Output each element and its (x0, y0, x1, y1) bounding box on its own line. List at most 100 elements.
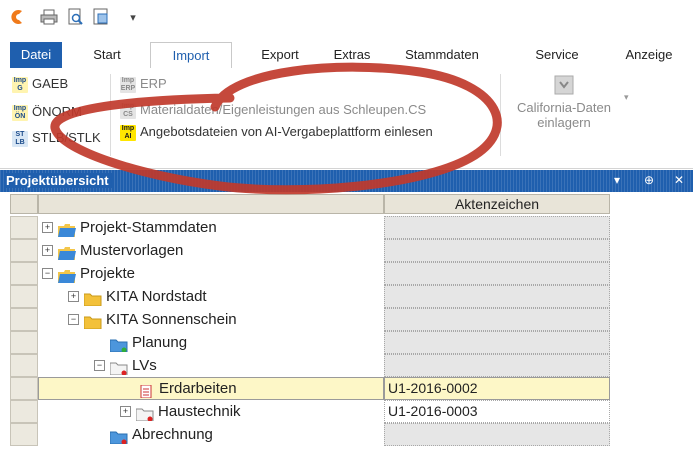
tree-cell[interactable]: Planung (38, 331, 384, 354)
row-selector[interactable] (10, 377, 38, 400)
tree-row[interactable]: Abrechnung (10, 423, 610, 446)
tab-import[interactable]: Import (150, 42, 232, 70)
tree-cell[interactable]: + Projekt-Stammdaten (38, 216, 384, 239)
row-selector[interactable] (10, 354, 38, 377)
quick-access-toolbar: ▾ (0, 0, 693, 36)
import-gaeb-button[interactable]: Imp G GAEB (12, 74, 68, 94)
tree-row[interactable]: + Projekt-Stammdaten (10, 216, 610, 239)
folder-abrechnung-icon (109, 428, 128, 445)
tab-datei[interactable]: Datei (10, 42, 62, 68)
aktenzeichen-cell[interactable] (384, 354, 610, 377)
tree-row[interactable]: + KITA Nordstadt (10, 285, 610, 308)
aktenzeichen-cell[interactable] (384, 331, 610, 354)
california-dropdown-icon[interactable]: ▾ (624, 92, 629, 103)
tree-node-label: Erdarbeiten (159, 380, 237, 397)
collapse-icon[interactable]: − (68, 314, 79, 325)
import-ai-vergabe-button[interactable]: Imp AI Angebotsdateien von AI-Vergabeplatt… (120, 122, 433, 142)
tree-node-label: Mustervorlagen (80, 242, 184, 259)
tree-row[interactable]: − Projekte (10, 262, 610, 285)
tab-anzeige[interactable]: Anzeige (614, 42, 684, 68)
folder-icon (83, 290, 102, 307)
tree-row[interactable]: + Haustechnik U1-2016-0003 (10, 400, 610, 423)
aktenzeichen-cell[interactable]: U1-2016-0002 (384, 377, 610, 400)
expand-icon[interactable]: + (42, 245, 53, 256)
import-schleupen-button[interactable]: Imp CS Materialdaten/Eigenleistungen aus S… (120, 100, 426, 120)
import-stlb-button[interactable]: ST LB STLB/STLK (12, 128, 101, 148)
tab-stammdaten[interactable]: Stammdaten (396, 42, 488, 68)
tree-row[interactable]: Erdarbeiten U1-2016-0002 (10, 377, 610, 400)
customize-dropdown-icon[interactable]: ▾ (124, 8, 142, 26)
schleupen-icon: Imp CS (120, 102, 136, 119)
row-selector[interactable] (10, 400, 38, 423)
tree-cell[interactable]: + Haustechnik (38, 400, 384, 423)
ribbon-separator (110, 74, 111, 156)
california-daten-button[interactable]: California-Daten einlagern (508, 74, 620, 144)
tree-node-label: Abrechnung (132, 426, 213, 443)
tree-node-label: Planung (132, 334, 188, 351)
gaeb-icon: Imp G (12, 76, 28, 93)
tab-service[interactable]: Service (524, 42, 590, 68)
page-setup-icon[interactable] (92, 8, 110, 26)
tree-cell[interactable]: + KITA Nordstadt (38, 285, 384, 308)
row-selector[interactable] (10, 262, 38, 285)
folder-lv-icon (135, 405, 154, 422)
tree-node-label: LVs (132, 357, 157, 374)
tree-row[interactable]: Planung (10, 331, 610, 354)
aktenzeichen-cell[interactable] (384, 423, 610, 446)
tree-cell[interactable]: Abrechnung (38, 423, 384, 446)
tree-row[interactable]: − LVs (10, 354, 610, 377)
tab-export[interactable]: Export (248, 42, 312, 68)
aktenzeichen-cell[interactable] (384, 262, 610, 285)
tree-node-label: KITA Sonnenschein (106, 311, 237, 328)
ribbon-import-panel: Imp G GAEB Imp ÖN ÖNORM ST LB STLB/STLK Imp ERP… (0, 68, 693, 169)
erp-icon: Imp ERP (120, 76, 136, 93)
collapse-icon[interactable]: − (94, 360, 105, 371)
aktenzeichen-column-header[interactable]: Aktenzeichen (384, 194, 610, 214)
folder-planung-icon (109, 336, 128, 353)
project-folder-icon (58, 244, 76, 260)
app-logo-icon[interactable] (8, 8, 26, 26)
expand-icon[interactable]: + (120, 406, 131, 417)
project-tree-grid: Aktenzeichen + Projekt-Stammdaten + Musterv… (0, 192, 693, 469)
document-icon (137, 383, 155, 399)
row-selector[interactable] (10, 308, 38, 331)
tree-node-label: Projekte (80, 265, 136, 282)
row-selector[interactable] (10, 331, 38, 354)
expand-icon[interactable]: + (68, 291, 79, 302)
close-icon[interactable]: ✕ (674, 173, 684, 187)
tree-node-label: KITA Nordstadt (106, 288, 207, 305)
ribbon-tabs: Datei Start Import Export Extras Stammda… (0, 36, 693, 70)
row-selector[interactable] (10, 423, 38, 446)
tab-extras[interactable]: Extras (322, 42, 382, 68)
tree-row[interactable]: − KITA Sonnenschein (10, 308, 610, 331)
row-selector[interactable] (10, 216, 38, 239)
tree-cell[interactable]: Erdarbeiten (38, 377, 384, 400)
tree-node-label: Haustechnik (158, 403, 241, 420)
tree-cell[interactable]: − Projekte (38, 262, 384, 285)
aktenzeichen-cell[interactable] (384, 285, 610, 308)
panel-menu-icon[interactable]: ▾ (614, 173, 620, 187)
row-selector[interactable] (10, 239, 38, 262)
folder-icon (83, 313, 102, 330)
aktenzeichen-cell[interactable] (384, 216, 610, 239)
pin-icon[interactable]: ⊕ (644, 173, 654, 187)
tree-cell[interactable]: − LVs (38, 354, 384, 377)
collapse-icon[interactable]: − (42, 268, 53, 279)
aktenzeichen-cell[interactable] (384, 308, 610, 331)
panel-title: Projektübersicht (6, 173, 113, 188)
tree-row[interactable]: + Mustervorlagen (10, 239, 610, 262)
aktenzeichen-cell[interactable]: U1-2016-0003 (384, 400, 610, 423)
tree-cell[interactable]: − KITA Sonnenschein (38, 308, 384, 331)
aktenzeichen-cell[interactable] (384, 239, 610, 262)
import-oenorm-button[interactable]: Imp ÖN ÖNORM (12, 102, 82, 122)
expand-icon[interactable]: + (42, 222, 53, 233)
print-preview-icon[interactable] (66, 8, 84, 26)
tree-column-header[interactable] (38, 194, 384, 214)
project-folder-icon (58, 267, 76, 283)
project-folder-icon (58, 221, 76, 237)
import-erp-button[interactable]: Imp ERP ERP (120, 74, 167, 94)
row-selector[interactable] (10, 285, 38, 308)
tree-cell[interactable]: + Mustervorlagen (38, 239, 384, 262)
tab-start[interactable]: Start (82, 42, 132, 68)
printer-icon[interactable] (40, 8, 58, 26)
